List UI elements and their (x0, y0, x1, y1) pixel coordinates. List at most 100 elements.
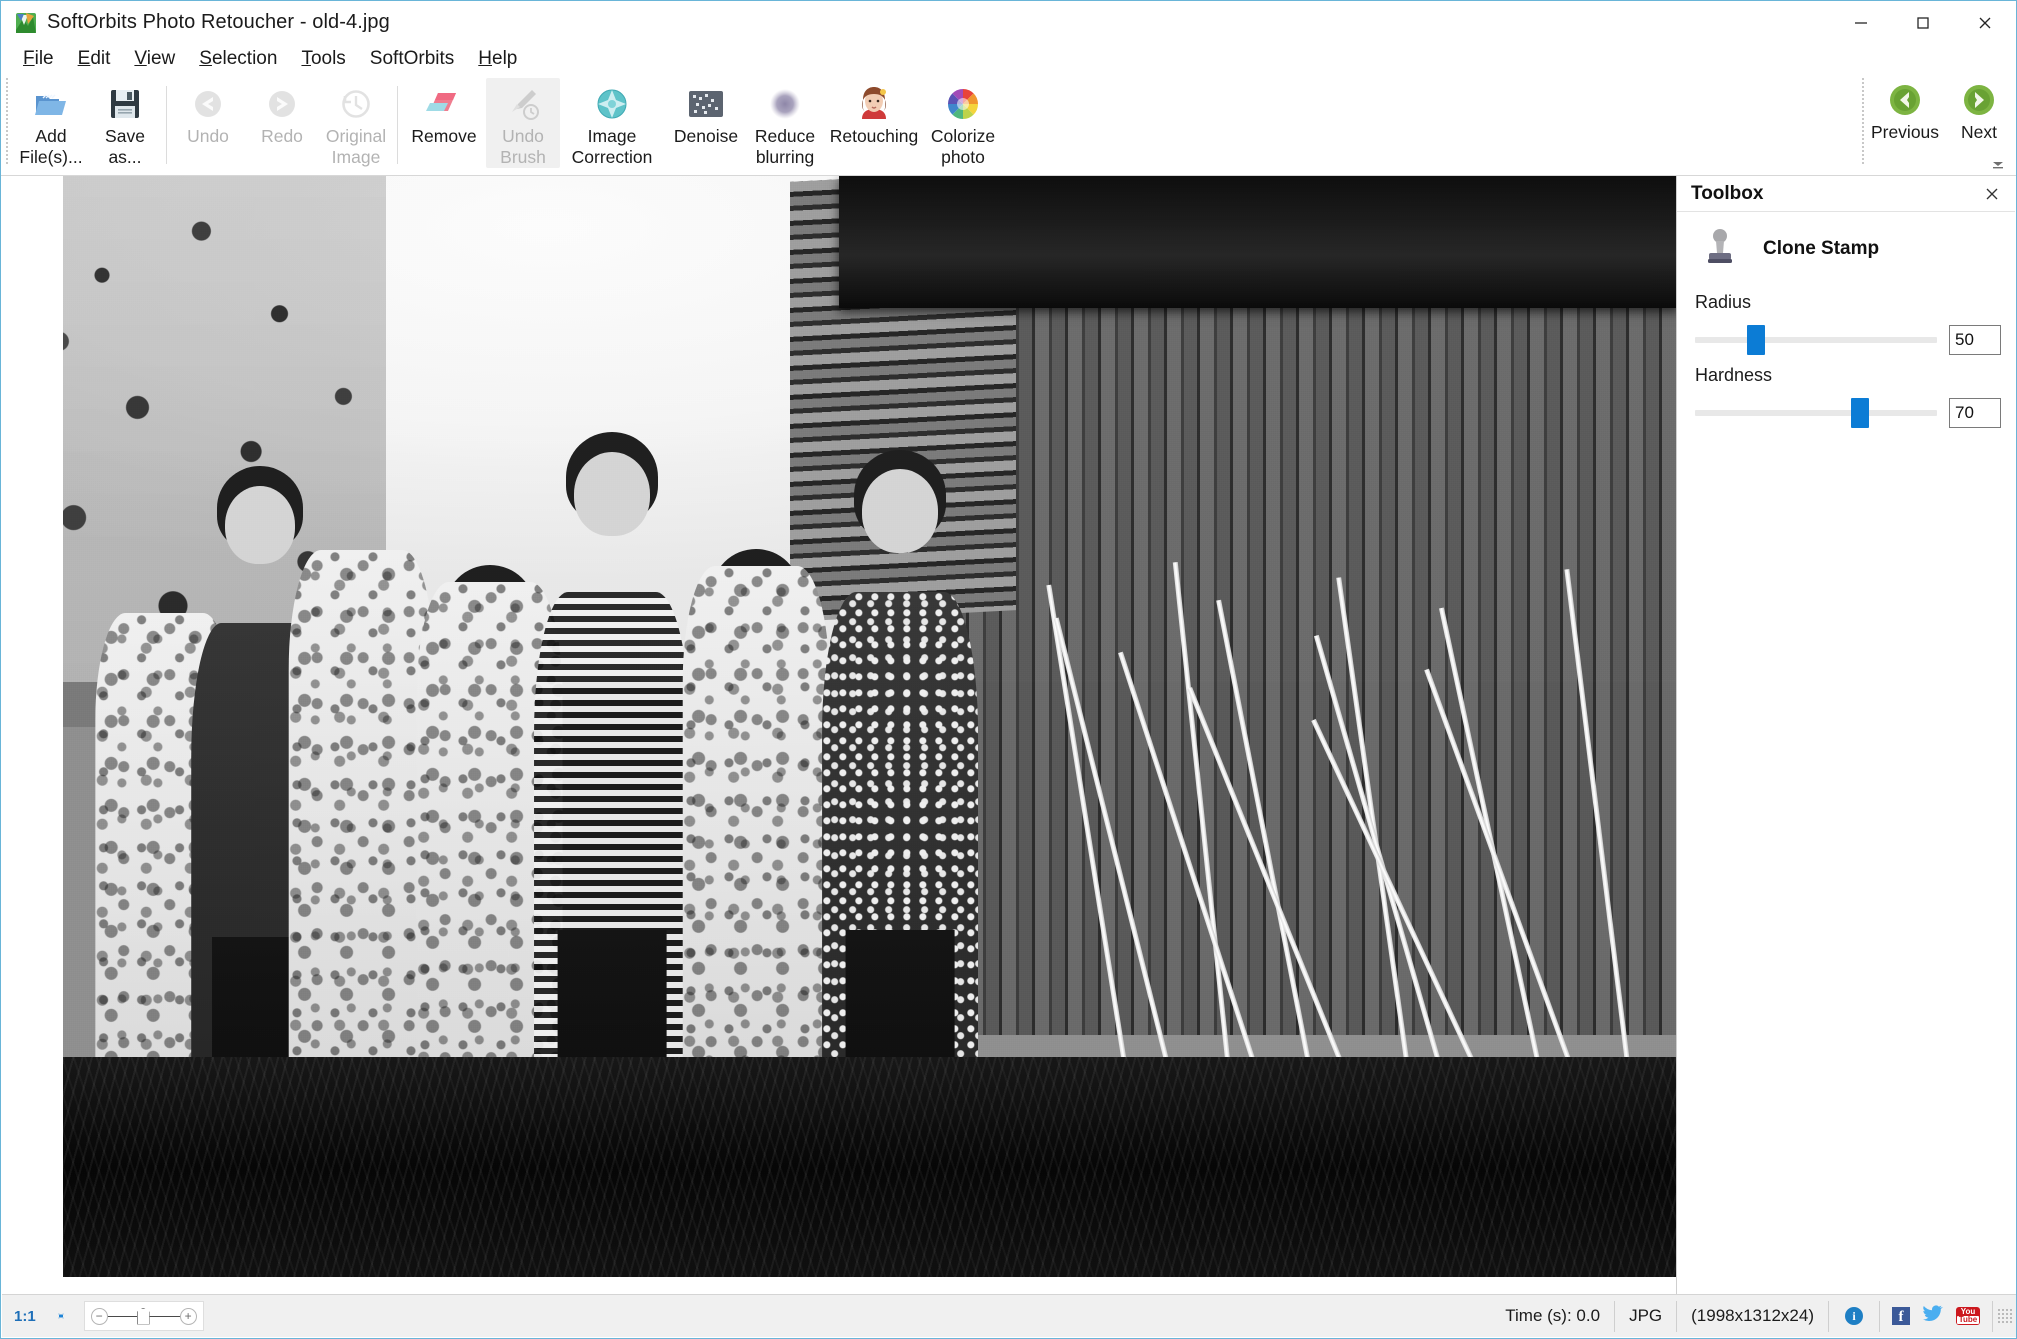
photo-leaning-poles (1046, 528, 1662, 1146)
youtube-icon[interactable]: You Tube (1956, 1307, 1980, 1325)
hardness-slider-thumb[interactable] (1850, 398, 1869, 428)
softorbits-logo-icon (15, 12, 37, 34)
next-button[interactable]: Next (1942, 74, 2016, 164)
close-icon[interactable] (1979, 181, 2005, 207)
remove-button[interactable]: Remove (402, 78, 486, 168)
add-files-label: Add (35, 126, 67, 146)
eraser-icon (425, 85, 463, 123)
colorize-photo-label: Colorize (930, 126, 996, 146)
toolbox-header: Toolbox (1677, 176, 2015, 212)
hardness-slider[interactable] (1695, 398, 1937, 428)
save-as-button[interactable]: Save as... (88, 78, 162, 168)
file-format: JPG (1615, 1300, 1678, 1332)
processing-time: Time (s): 0.0 (1491, 1300, 1616, 1332)
application-window: SoftOrbits Photo Retoucher - old-4.jpg F… (0, 0, 2017, 1339)
close-button[interactable] (1954, 1, 2016, 44)
ribbon-separator (397, 86, 398, 164)
menu-item-help[interactable]: Help (466, 46, 529, 72)
toolbox-fields: Radius 50 Hardness 70 (1677, 282, 2015, 428)
info-button[interactable]: i (1829, 1300, 1880, 1332)
window-controls (1830, 1, 2016, 44)
radius-row: 50 (1695, 325, 2001, 355)
radius-slider-track (1695, 337, 1937, 343)
menu-item-softorbits[interactable]: SoftOrbits (358, 46, 466, 72)
image-correction-button[interactable]: Image Correction (560, 78, 664, 168)
window-title: SoftOrbits Photo Retoucher - old-4.jpg (47, 11, 390, 33)
hardness-label: Hardness (1695, 365, 1773, 385)
toolbox-title: Toolbox (1691, 182, 1764, 204)
save-as-label-line2: as... (108, 147, 142, 167)
twitter-icon[interactable] (1923, 1305, 1943, 1327)
photo-person-head (862, 469, 939, 554)
zoom-slider[interactable]: − + (83, 1301, 204, 1331)
arrow-left-circle-icon (189, 85, 227, 123)
redo-button: Redo (245, 78, 319, 168)
ribbon-expand-icon[interactable] (1990, 159, 2006, 173)
clock-history-icon (337, 85, 375, 123)
original-image-button: Original Image (319, 78, 393, 168)
denoise-button[interactable]: Denoise (664, 78, 748, 168)
ribbon-gripper[interactable] (4, 78, 10, 164)
denoise-label: Denoise (673, 126, 739, 146)
radius-value-input[interactable]: 50 (1949, 325, 2001, 355)
menu-bar: File Edit View Selection Tools SoftOrbits Help (1, 44, 2016, 74)
reduce-blurring-button[interactable]: Reduce blurring (748, 78, 822, 168)
menu-item-edit[interactable]: Edit (66, 46, 123, 72)
add-files-button[interactable]: Add File(s)... (14, 78, 88, 168)
undo-label: Undo (187, 126, 229, 146)
reduce-blurring-label-line2: blurring (755, 147, 815, 167)
zoom-slider-handle[interactable] (136, 1307, 150, 1325)
radius-slider[interactable] (1695, 325, 1937, 355)
remove-label: Remove (411, 126, 477, 146)
retouching-label: Retouching (829, 126, 919, 146)
menu-item-view[interactable]: View (122, 46, 187, 72)
maximize-button[interactable] (1892, 1, 1954, 44)
youtube-line2: Tube (1956, 1315, 1980, 1324)
open-folder-icon (32, 85, 70, 123)
undo-brush-button: Undo Brush (486, 78, 560, 168)
photo-person-body (682, 565, 830, 1102)
add-files-label-line2: File(s)... (19, 147, 83, 167)
menu-item-selection[interactable]: Selection (187, 46, 289, 72)
ribbon-separator (166, 86, 167, 164)
undo-brush-label: Undo (502, 126, 544, 146)
status-spacer (210, 1301, 1492, 1332)
photo-content (63, 176, 1678, 1277)
radius-slider-thumb[interactable] (1746, 325, 1765, 355)
radius-field: Radius 50 (1677, 282, 2015, 355)
navigation-gripper[interactable] (1860, 78, 1866, 164)
photo-image[interactable] (63, 176, 1678, 1277)
facebook-icon[interactable]: f (1892, 1307, 1910, 1325)
fit-to-window-icon[interactable] (44, 1302, 78, 1330)
zoom-in-button[interactable]: + (179, 1307, 197, 1325)
zoom-out-button[interactable]: − (90, 1307, 108, 1325)
photo-ground (63, 1056, 1678, 1277)
toolbox-panel: Toolbox Clone Stamp Radius 50 Hardness 70 (1676, 176, 2015, 1296)
menu-item-file[interactable]: File (11, 46, 66, 72)
redo-label: Redo (261, 126, 303, 146)
image-canvas-area[interactable] (2, 176, 1678, 1296)
color-wheel-icon (944, 85, 982, 123)
menu-item-tools[interactable]: Tools (289, 46, 357, 72)
retouching-button[interactable]: Retouching (822, 78, 926, 168)
resize-grip[interactable] (1997, 1308, 2013, 1324)
previous-button[interactable]: Previous (1868, 74, 1942, 164)
previous-label: Previous (1870, 122, 1940, 142)
original-image-label: Original (325, 126, 387, 146)
zoom-ratio-label[interactable]: 1:1 (2, 1301, 44, 1332)
colorize-photo-button[interactable]: Colorize photo (926, 78, 1000, 168)
minimize-button[interactable] (1830, 1, 1892, 44)
hardness-row: 70 (1695, 398, 2001, 428)
title-bar: SoftOrbits Photo Retoucher - old-4.jpg (1, 1, 2016, 44)
ribbon-buttons: Add File(s)... Save as... Undo Redo Original Im… (12, 74, 1002, 170)
ribbon-navigation-group: Previous Next (1857, 74, 2016, 176)
undo-brush-label-line2: Brush (500, 147, 546, 167)
portrait-face-icon (855, 85, 893, 123)
image-correction-label: Image (587, 126, 637, 146)
active-tool-name: Clone Stamp (1763, 238, 1880, 259)
active-tool: Clone Stamp (1677, 212, 2015, 282)
hardness-slider-track (1695, 410, 1937, 416)
hardness-value-input[interactable]: 70 (1949, 398, 2001, 428)
sparkle-gem-icon (593, 85, 631, 123)
status-right-group: Time (s): 0.0 JPG (1998x1312x24) i f You… (1491, 1300, 2016, 1332)
